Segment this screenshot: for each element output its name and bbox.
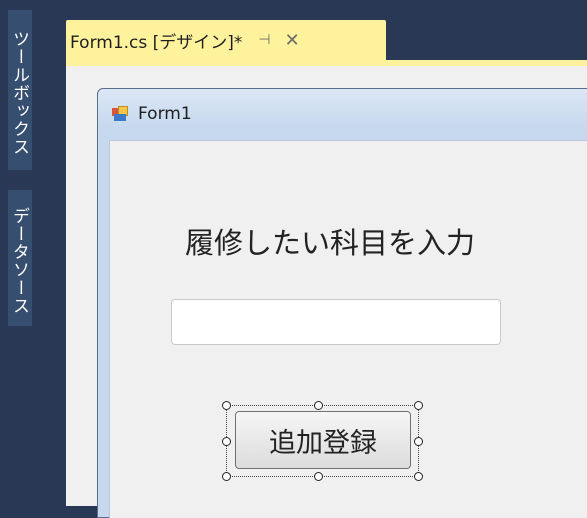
datasource-tab[interactable]: データソース xyxy=(8,190,32,326)
left-tool-strip: ツールボックス データソース xyxy=(0,0,62,506)
toolbox-tab[interactable]: ツールボックス xyxy=(8,10,32,170)
form-title: Form1 xyxy=(138,104,192,124)
close-icon[interactable]: ✕ xyxy=(285,30,300,51)
subject-input[interactable] xyxy=(171,299,501,345)
add-register-button[interactable]: 追加登録 xyxy=(235,411,411,469)
prompt-label: 履修したい科目を入力 xyxy=(185,226,476,260)
form-window-icon xyxy=(112,106,128,122)
document-tab-title: Form1.cs [デザイン]* xyxy=(70,32,243,53)
pin-icon[interactable]: ⊣ xyxy=(258,32,270,48)
document-tab[interactable]: Form1.cs [デザイン]* ⊣ ✕ xyxy=(66,20,386,60)
form-titlebar: Form1 xyxy=(98,89,587,139)
